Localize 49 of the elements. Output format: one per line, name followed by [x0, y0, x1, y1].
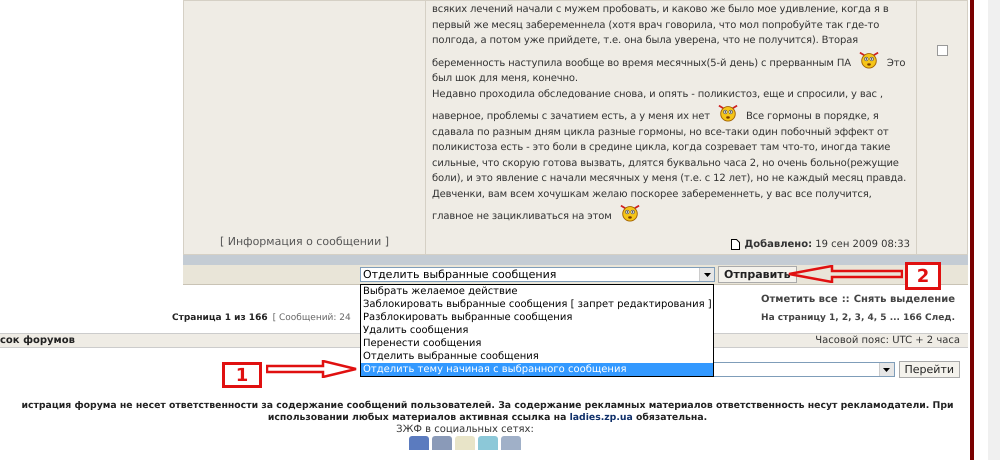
- dropdown-arrow-icon: [704, 272, 710, 276]
- dropdown-option[interactable]: Перенести сообщения: [361, 337, 713, 350]
- disclaimer-text: истрация форума не несет ответственности за содержание сообщений пользователей. За содержание рекламных материалов ответственность несут рекламодатели. При использовании любых материалов активная ссылка на ladies.zp.ua обязательна.: [20, 400, 954, 424]
- message-text: полгода, а потом уже прийдете, т.е. она была уверена, что не получится). Вторая: [432, 35, 858, 46]
- message-text: Все гормоны в порядке, я: [746, 111, 879, 122]
- social-icon[interactable]: [455, 436, 475, 450]
- timezone-text: Часовой пояс: UTC + 2 часа: [815, 335, 960, 346]
- document-icon: [731, 239, 740, 250]
- submit-button[interactable]: Отправить: [718, 266, 797, 283]
- dropdown-arrow-icon: [883, 368, 890, 372]
- social-icon[interactable]: [432, 436, 452, 450]
- message-text: поликистоза есть - это боли в средине цикла, когда созревает там что-то, иногда такие: [432, 142, 890, 153]
- message-text: главное не зацикливаться на этом: [432, 211, 612, 222]
- message-text: Девченки, вам всем хочушкам желаю поскорее забеременнеть, у вас все получится,: [432, 188, 872, 200]
- annotation-label: 2: [905, 262, 941, 290]
- mark-all-link[interactable]: Отметить все: [760, 294, 838, 305]
- forum-list-link[interactable]: сок форумов: [0, 335, 75, 346]
- social-icon[interactable]: [409, 436, 429, 450]
- social-icon[interactable]: [501, 436, 521, 450]
- message-text: первый же месяц забеременнела (хотя врач говорила, что мол попробуйте так где-то: [432, 20, 880, 30]
- message-text: наверное, проблемы с зачатием есть, а у меня их нет: [432, 111, 710, 122]
- message-text: боли), и это явление с начали месячных у меня (т.е. с 12 лет), но не каждый месяц правда.: [432, 173, 906, 184]
- message-text: всяких лечений начали с мужем пробовать, и каково же было мое удивление, когда я в: [432, 4, 889, 15]
- message-text: Недавно проходила обследование снова, и опять - поликистоз, еще и спросили, у вас ,: [432, 88, 883, 100]
- dropdown-option[interactable]: Выбрать желаемое действие: [361, 285, 713, 298]
- select-post-checkbox[interactable]: [936, 45, 948, 56]
- message-text: сдавала по разным дням цикла разные гормоны, но все-таки один побочный эффект от: [432, 126, 889, 138]
- dropdown-option[interactable]: Заблокировать выбранные сообщения [ запрет редактирования ]: [361, 298, 713, 311]
- action-select[interactable]: Отделить выбранные сообщения: [360, 267, 715, 282]
- smiley-icon: [716, 102, 739, 122]
- message-text: был шок для меня, конечно.: [432, 73, 578, 84]
- message-text: беременность наступила вообще во время месячных(5-й день) с прерванным ПА: [432, 58, 851, 68]
- smiley-icon: [618, 202, 641, 222]
- message-text: сильные, что скорую готова вызвать, длятся буквально часа 2, но очень больно(режущие: [432, 158, 899, 168]
- post-count: [ Сообщений: 24: [272, 313, 351, 323]
- posted-date: Добавлено: 19 сен 2009 08:33: [744, 239, 910, 250]
- annotation-label: 1: [222, 362, 262, 388]
- page-indicator: Страница 1 из 166: [172, 313, 268, 323]
- message-text: Это: [886, 58, 906, 68]
- unmark-all-link[interactable]: Снять выделение: [854, 294, 955, 305]
- go-button[interactable]: Перейти: [898, 361, 960, 378]
- dropdown-option[interactable]: Разблокировать выбранные сообщения: [361, 311, 713, 324]
- link-separator: ::: [842, 294, 850, 305]
- social-icon[interactable]: [478, 436, 498, 450]
- pagination-links[interactable]: На страницу 1, 2, 3, 4, 5 ... 166 След.: [761, 313, 955, 323]
- dropdown-option[interactable]: Отделить выбранные сообщения: [361, 350, 713, 363]
- social-label: ЗЖФ в социальных сетях:: [395, 424, 535, 435]
- dropdown-option[interactable]: Удалить сообщения: [361, 324, 713, 337]
- message-info-link[interactable]: [ Информация о сообщении ]: [220, 235, 390, 248]
